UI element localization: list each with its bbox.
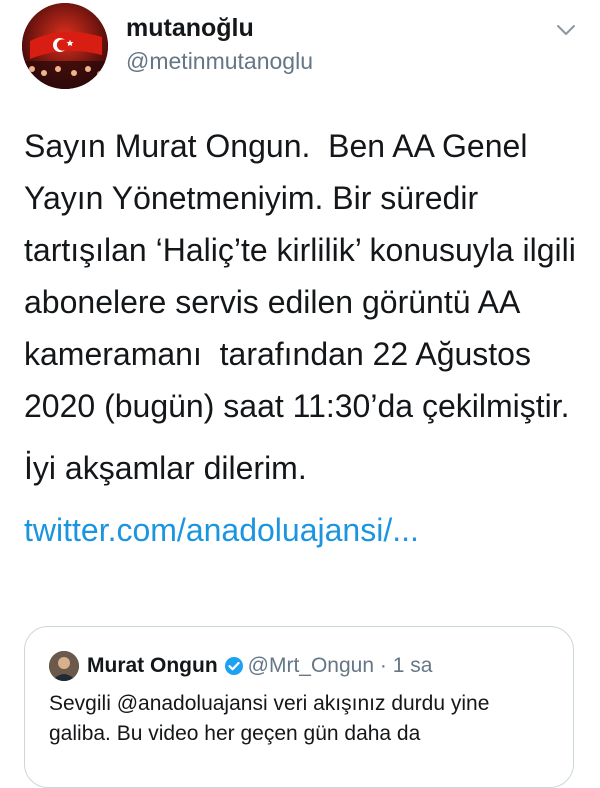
quoted-author-name: Murat Ongun (87, 654, 218, 677)
quoted-author-handle: @Mrt_Ongun (247, 654, 375, 677)
tweet-text: Sayın Murat Ongun. Ben AA Genel Yayın Yö… (24, 120, 580, 556)
quoted-tweet-time: 1 sa (392, 654, 433, 677)
tweet-paragraph: İyi akşamlar dilerim. (24, 450, 307, 486)
tweet-paragraph: Sayın Murat Ongun. Ben AA Genel Yayın Yö… (24, 128, 585, 424)
tweet-link[interactable]: twitter.com/anadoluajansi/... (24, 504, 580, 556)
quoted-tweet[interactable]: Murat Ongun @Mrt_Ongun · 1 sa Sevgili @an… (24, 626, 574, 788)
verified-badge-icon (224, 655, 244, 685)
author-handle[interactable]: @metinmutanoglu (126, 48, 313, 75)
quoted-tweet-header: Murat Ongun @Mrt_Ongun · 1 sa (87, 651, 432, 685)
quoted-tweet-text: Sevgili @anadoluajansi veri akışınız dur… (49, 692, 490, 745)
chevron-down-icon[interactable] (554, 18, 578, 42)
meta-separator: · (374, 654, 393, 677)
author-avatar[interactable] (22, 3, 108, 89)
author-display-name[interactable]: mutanoğlu (126, 14, 254, 43)
quoted-author-avatar (49, 651, 79, 681)
